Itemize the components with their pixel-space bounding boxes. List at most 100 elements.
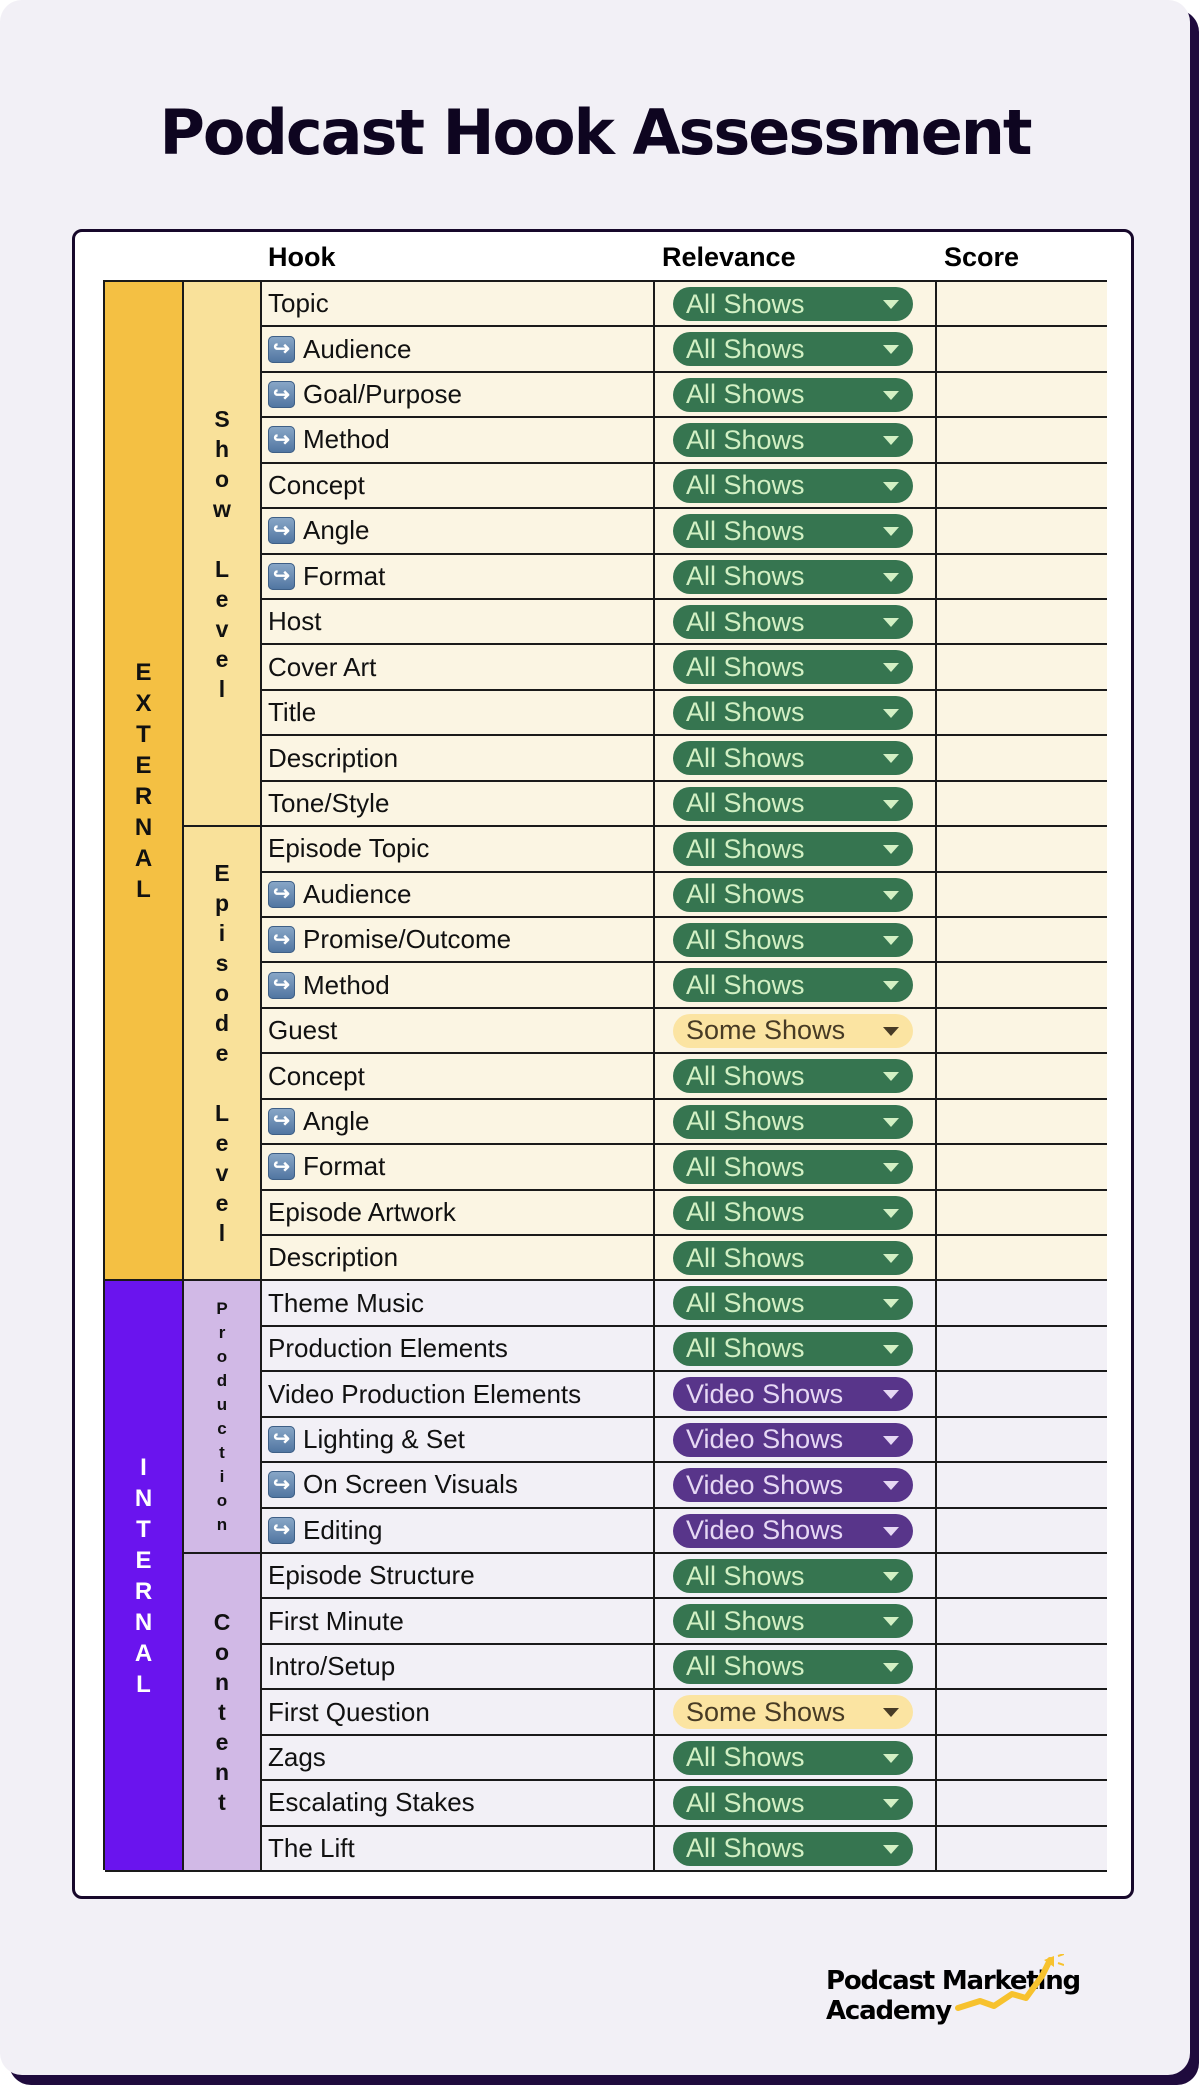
relevance-dropdown[interactable]: All Shows <box>673 1331 913 1366</box>
hook-name: Episode Topic <box>268 833 430 864</box>
score-cell[interactable] <box>937 1191 1107 1234</box>
score-cell[interactable] <box>937 464 1107 507</box>
score-cell[interactable] <box>937 1009 1107 1052</box>
relevance-cell: All Shows <box>655 282 937 326</box>
relevance-dropdown[interactable]: All Shows <box>673 832 913 867</box>
score-cell[interactable] <box>937 1463 1107 1506</box>
score-cell[interactable] <box>937 1554 1107 1597</box>
score-cell[interactable] <box>937 1645 1107 1688</box>
score-cell[interactable] <box>937 691 1107 734</box>
relevance-dropdown[interactable]: All Shows <box>673 741 913 776</box>
relevance-dropdown[interactable]: All Shows <box>673 1604 913 1639</box>
score-cell[interactable] <box>937 282 1107 325</box>
relevance-dropdown[interactable]: All Shows <box>673 1241 913 1276</box>
relevance-cell: All Shows <box>655 1054 937 1098</box>
relevance-dropdown[interactable]: All Shows <box>673 1786 913 1821</box>
relevance-dropdown[interactable]: All Shows <box>673 1150 913 1185</box>
table-row: First Question Some Shows <box>260 1690 1107 1736</box>
relevance-dropdown[interactable]: All Shows <box>673 287 913 321</box>
score-cell[interactable] <box>937 1736 1107 1779</box>
score-cell[interactable] <box>937 1100 1107 1143</box>
dropdown-caret-icon <box>883 572 899 582</box>
score-cell[interactable] <box>937 873 1107 916</box>
relevance-dropdown[interactable]: All Shows <box>673 1104 913 1139</box>
score-cell[interactable] <box>937 1281 1107 1324</box>
subitem-arrow-icon: ↪ <box>268 1107 295 1135</box>
score-cell[interactable] <box>937 1236 1107 1279</box>
score-cell[interactable] <box>937 963 1107 1006</box>
relevance-dropdown[interactable]: All Shows <box>673 468 913 503</box>
score-cell[interactable] <box>937 1690 1107 1733</box>
relevance-dropdown[interactable]: All Shows <box>673 559 913 594</box>
relevance-dropdown[interactable]: All Shows <box>673 650 913 685</box>
table-row: Episode Artwork All Shows <box>260 1190 1107 1237</box>
relevance-dropdown[interactable]: All Shows <box>673 786 913 821</box>
score-cell[interactable] <box>937 1327 1107 1370</box>
hook-name: Angle <box>303 515 370 546</box>
table-row: ↪ Angle All Shows <box>260 1099 1107 1146</box>
score-cell[interactable] <box>937 555 1107 598</box>
relevance-value: Some Shows <box>686 1696 846 1727</box>
relevance-value: All Shows <box>686 606 805 637</box>
score-cell[interactable] <box>937 327 1107 370</box>
relevance-dropdown[interactable]: All Shows <box>673 695 913 730</box>
score-cell[interactable] <box>937 1781 1107 1824</box>
score-cell[interactable] <box>937 1145 1107 1188</box>
subitem-arrow-icon: ↪ <box>268 1153 295 1181</box>
score-cell[interactable] <box>937 600 1107 643</box>
relevance-value: All Shows <box>686 1605 805 1636</box>
relevance-dropdown[interactable]: All Shows <box>673 423 913 458</box>
hook-name: Episode Structure <box>268 1560 475 1591</box>
score-cell[interactable] <box>937 918 1107 961</box>
score-cell[interactable] <box>937 418 1107 461</box>
table-row: ↪ On Screen Visuals Video Shows <box>260 1463 1107 1509</box>
dropdown-caret-icon <box>883 1208 899 1218</box>
relevance-dropdown[interactable]: Video Shows <box>673 1513 913 1548</box>
score-cell[interactable] <box>937 1509 1107 1552</box>
relevance-dropdown[interactable]: Video Shows <box>673 1377 913 1412</box>
relevance-dropdown[interactable]: All Shows <box>673 1286 913 1321</box>
subitem-arrow-icon: ↪ <box>268 926 295 954</box>
score-cell[interactable] <box>937 736 1107 779</box>
relevance-dropdown[interactable]: All Shows <box>673 377 913 412</box>
relevance-cell: All Shows <box>655 1554 937 1598</box>
dropdown-caret-icon <box>883 1299 899 1309</box>
relevance-dropdown[interactable]: All Shows <box>673 1831 913 1866</box>
score-cell[interactable] <box>937 509 1107 552</box>
score-cell[interactable] <box>937 1827 1107 1870</box>
dropdown-caret-icon <box>883 618 899 627</box>
relevance-dropdown[interactable]: All Shows <box>673 1195 913 1230</box>
subgroup-content: Content <box>182 1554 260 1873</box>
dropdown-caret-icon <box>883 1799 899 1809</box>
relevance-value: All Shows <box>686 379 805 410</box>
score-cell[interactable] <box>937 373 1107 416</box>
subitem-arrow-icon: ↪ <box>268 1516 295 1544</box>
page-background: Podcast Hook Assessment Hook Relevance S… <box>0 0 1190 2075</box>
score-cell[interactable] <box>937 645 1107 688</box>
relevance-dropdown[interactable]: Video Shows <box>673 1468 913 1503</box>
relevance-dropdown[interactable]: All Shows <box>673 605 913 639</box>
relevance-dropdown[interactable]: Some Shows <box>673 1013 913 1048</box>
score-cell[interactable] <box>937 782 1107 825</box>
relevance-dropdown[interactable]: All Shows <box>673 1559 913 1594</box>
score-cell[interactable] <box>937 1418 1107 1461</box>
relevance-dropdown[interactable]: All Shows <box>673 1740 913 1775</box>
relevance-dropdown[interactable]: All Shows <box>673 1649 913 1684</box>
score-cell[interactable] <box>937 1372 1107 1415</box>
relevance-dropdown[interactable]: Some Shows <box>673 1695 913 1730</box>
score-cell[interactable] <box>937 827 1107 870</box>
hook-name: The Lift <box>268 1832 355 1863</box>
score-cell[interactable] <box>937 1054 1107 1097</box>
relevance-dropdown[interactable]: All Shows <box>673 923 913 958</box>
score-cell[interactable] <box>937 1599 1107 1642</box>
relevance-dropdown[interactable]: All Shows <box>673 514 913 549</box>
relevance-dropdown[interactable]: All Shows <box>673 968 913 1003</box>
hook-cell: Episode Topic <box>262 827 655 871</box>
relevance-dropdown[interactable]: All Shows <box>673 332 913 367</box>
table-row: Description All Shows <box>260 1236 1107 1282</box>
hook-assessment-table: EXTERNAL Show Le v e l Topic All Shows ↪ Audienc… <box>103 280 1107 1873</box>
relevance-dropdown[interactable]: All Shows <box>673 1059 913 1094</box>
relevance-dropdown[interactable]: All Shows <box>673 877 913 912</box>
relevance-dropdown[interactable]: Video Shows <box>673 1422 913 1457</box>
relevance-cell: Some Shows <box>655 1690 937 1734</box>
